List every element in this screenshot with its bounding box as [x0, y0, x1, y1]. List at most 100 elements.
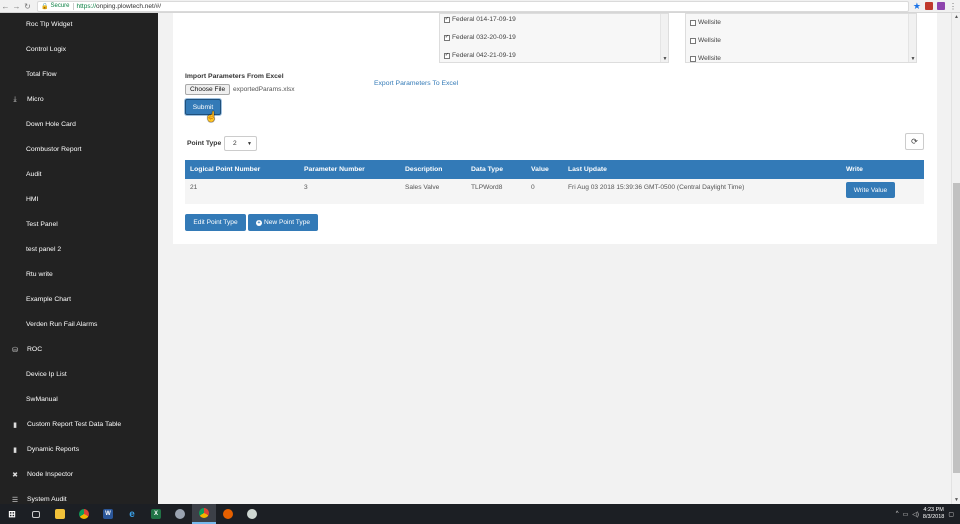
checkbox-unchecked[interactable]: [690, 19, 696, 26]
site-list-item[interactable]: Wellsite: [690, 37, 721, 44]
export-parameters-link[interactable]: Export Parameters To Excel: [374, 80, 458, 87]
sidebar-item[interactable]: Total Flow: [0, 62, 158, 87]
taskbar-excel[interactable]: X: [144, 504, 168, 524]
list-scrollbar[interactable]: ▼: [660, 14, 668, 62]
sidebar-item-label: Roc Tlp Widget: [26, 21, 73, 28]
checkbox-checked[interactable]: ✓: [444, 52, 450, 59]
notifications-icon[interactable]: ▢: [948, 511, 954, 518]
back-icon[interactable]: ←: [0, 0, 11, 13]
sidebar-item[interactable]: HMI: [0, 187, 158, 212]
app-icon: [247, 509, 257, 519]
sidebar-item[interactable]: ▮ Custom Report Test Data Table: [0, 412, 158, 437]
sidebar-item[interactable]: ⛁ ROC: [0, 337, 158, 362]
sidebar-item[interactable]: Down Hole Card: [0, 112, 158, 137]
scroll-up-icon[interactable]: ▲: [952, 14, 960, 20]
site-label: Wellsite: [698, 37, 721, 44]
extension-icon[interactable]: [937, 2, 945, 10]
column-header: Write: [846, 166, 863, 173]
bookmark-star-icon[interactable]: ★: [913, 1, 921, 12]
extension-icon[interactable]: [925, 2, 933, 10]
secure-label: Secure: [50, 3, 70, 9]
system-clock[interactable]: 4:23 PM 8/3/2018: [923, 507, 944, 521]
taskbar-app[interactable]: [168, 504, 192, 524]
sidebar-item[interactable]: SwManual: [0, 387, 158, 412]
sidebar-item[interactable]: Device Ip List: [0, 362, 158, 387]
taskbar-file-explorer[interactable]: [48, 504, 72, 524]
sidebar-item[interactable]: Audit: [0, 162, 158, 187]
volume-icon[interactable]: ◁): [912, 511, 919, 518]
sidebar-item[interactable]: ✖ Node Inspector: [0, 462, 158, 487]
sidebar-item-label: Verden Run Fail Alarms: [26, 321, 98, 328]
internet-explorer-icon: e: [129, 508, 135, 520]
taskbar-app[interactable]: [240, 504, 264, 524]
taskbar-chrome-active[interactable]: [192, 504, 216, 524]
list-scrollbar[interactable]: ▼: [908, 14, 916, 62]
reload-icon[interactable]: ↻: [22, 0, 33, 13]
folder-icon: [55, 509, 65, 519]
sidebar-item[interactable]: ▮ Dynamic Reports: [0, 437, 158, 462]
sidebar-item[interactable]: Rtu write: [0, 262, 158, 287]
page-scrollbar[interactable]: ▲ ▼: [951, 13, 960, 504]
sidebar-item-label: SwManual: [26, 396, 58, 403]
sidebar-item[interactable]: ⤓ Micro: [0, 87, 158, 112]
sidebar-item[interactable]: ☰ System Audit: [0, 487, 158, 504]
start-button[interactable]: ⊞: [0, 504, 24, 524]
task-view-button[interactable]: [24, 504, 48, 524]
sidebar-item[interactable]: Test Panel: [0, 212, 158, 237]
write-value-button[interactable]: Write Value: [846, 182, 895, 198]
taskbar-ie[interactable]: e: [120, 504, 144, 524]
firefox-icon: [223, 509, 233, 519]
sidebar-item-label: test panel 2: [26, 246, 62, 253]
checkbox-checked[interactable]: ✓: [444, 16, 450, 23]
sidebar-item[interactable]: Verden Run Fail Alarms: [0, 312, 158, 337]
choose-file-button[interactable]: Choose File: [185, 84, 231, 95]
site-label: Wellsite: [698, 19, 721, 26]
browser-menu-icon[interactable]: ⋮: [949, 2, 957, 11]
checkbox-checked[interactable]: ✓: [444, 34, 450, 41]
app-icon: [175, 509, 185, 519]
sidebar-item[interactable]: Combustor Report: [0, 137, 158, 162]
sidebar-item-label: Test Panel: [26, 221, 58, 228]
sidebar-item[interactable]: Roc Tlp Widget: [0, 13, 158, 37]
location-label: Federal 014-17-09-19: [452, 16, 516, 23]
location-list-item[interactable]: ✓ Federal 014-17-09-19: [444, 16, 516, 23]
sidebar-item[interactable]: Example Chart: [0, 287, 158, 312]
cross-icon: ✖: [12, 471, 18, 479]
new-point-type-button[interactable]: + New Point Type: [248, 214, 318, 231]
point-type-select[interactable]: 2 ▼: [224, 136, 257, 151]
sidebar-item[interactable]: Control Logix: [0, 37, 158, 62]
address-bar[interactable]: 🔒 Secure https://onping.plowtech.net/#/: [37, 0, 909, 12]
refresh-button[interactable]: ⟳: [905, 133, 924, 150]
bar-chart-icon: ▮: [13, 446, 17, 454]
edit-point-type-button[interactable]: Edit Point Type: [185, 214, 246, 231]
forward-icon[interactable]: →: [11, 0, 22, 13]
word-icon: W: [103, 509, 113, 519]
taskbar-chrome[interactable]: [72, 504, 96, 524]
table-cell: Sales Valve: [405, 184, 440, 191]
network-icon[interactable]: ▭: [903, 511, 909, 518]
site-list[interactable]: Wellsite Wellsite Wellsite ▼: [685, 13, 917, 63]
taskbar-word[interactable]: W: [96, 504, 120, 524]
location-list[interactable]: ✓ Federal 014-17-09-19 ✓ Federal 032-20-09-…: [439, 13, 669, 63]
sidebar-item[interactable]: test panel 2: [0, 237, 158, 262]
site-label: Wellsite: [698, 55, 721, 62]
table-cell: Fri Aug 03 2018 15:39:36 GMT-0500 (Centr…: [568, 184, 745, 191]
point-type-label: Point Type: [187, 140, 222, 147]
sidebar-item-label: Node Inspector: [27, 471, 74, 478]
checkbox-unchecked[interactable]: [690, 37, 696, 44]
scroll-down-icon[interactable]: ▼: [952, 497, 960, 503]
tray-expand-icon[interactable]: ^: [896, 511, 899, 517]
location-list-item[interactable]: ✓ Federal 032-20-09-19: [444, 34, 516, 41]
site-list-item[interactable]: Wellsite: [690, 19, 721, 26]
scroll-down-icon[interactable]: ▼: [909, 56, 916, 62]
chrome-icon: [79, 509, 89, 519]
scrollbar-thumb[interactable]: [953, 183, 960, 473]
scroll-down-icon[interactable]: ▼: [661, 56, 668, 62]
checkbox-unchecked[interactable]: [690, 55, 696, 62]
taskbar-firefox[interactable]: [216, 504, 240, 524]
column-header: Parameter Number: [304, 166, 365, 173]
site-list-item[interactable]: Wellsite: [690, 55, 721, 62]
url-text[interactable]: https://onping.plowtech.net/#/: [77, 3, 162, 10]
location-list-item[interactable]: ✓ Federal 042-21-09-19: [444, 52, 516, 59]
clock-date: 8/3/2018: [922, 514, 945, 520]
